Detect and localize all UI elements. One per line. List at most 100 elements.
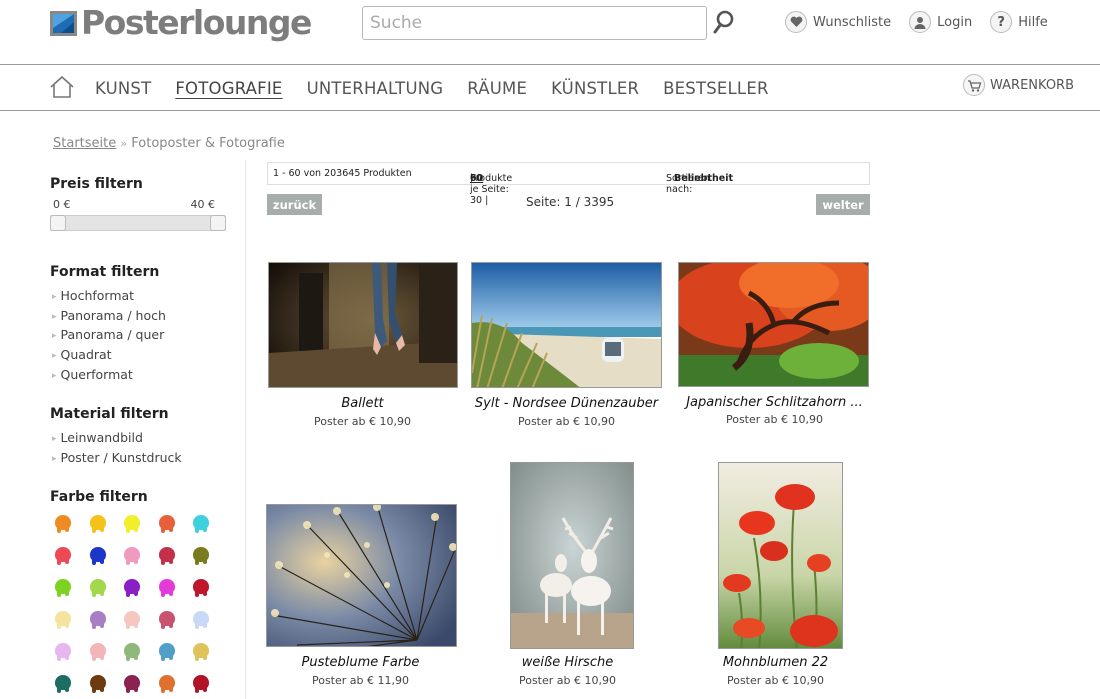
color-swatch[interactable] — [158, 675, 176, 694]
breadcrumb-home-link[interactable]: Startseite — [53, 136, 116, 151]
nav-item-raeume[interactable]: RÄUME — [467, 77, 527, 98]
price-slider-min-handle[interactable] — [50, 215, 66, 231]
product-image[interactable] — [471, 262, 662, 388]
material-option[interactable]: Leinwandbild — [52, 428, 182, 448]
price-max-label: 40 € — [190, 198, 216, 211]
color-swatch[interactable] — [89, 643, 107, 662]
color-swatch[interactable] — [192, 515, 210, 534]
product-image[interactable] — [266, 504, 457, 647]
nav-items: KUNST FOTOGRAFIE UNTERHALTUNG RÄUME KÜNS… — [95, 65, 793, 110]
color-swatch[interactable] — [192, 611, 210, 630]
nav-item-kuenstler[interactable]: KÜNSTLER — [551, 77, 639, 98]
home-icon[interactable] — [49, 75, 75, 99]
color-swatch[interactable] — [123, 515, 141, 534]
breadcrumb: Startseite » Fotoposter & Fotografie — [53, 136, 285, 151]
help-link[interactable]: ? Hilfe — [990, 11, 1048, 33]
next-page-button[interactable]: welter — [816, 194, 870, 215]
result-count: 1 - 60 von 203645 Produkten — [273, 168, 412, 179]
top-links: Wunschliste Login ? Hilfe — [785, 11, 1066, 33]
price-slider[interactable] — [50, 215, 226, 231]
color-swatch[interactable] — [158, 547, 176, 566]
format-option[interactable]: Quadrat — [52, 345, 166, 365]
page-indicator: Seite: 1 / 3395 — [526, 195, 615, 209]
logo[interactable]: Posterlounge — [49, 5, 312, 41]
color-swatch[interactable] — [123, 611, 141, 630]
product-card[interactable]: Sylt - Nordsee Dünenzauber Poster ab € 1… — [464, 255, 669, 435]
cart-link[interactable]: WARENKORB — [963, 74, 1074, 96]
color-swatch[interactable] — [123, 547, 141, 566]
color-swatch[interactable] — [54, 643, 72, 662]
color-swatch[interactable] — [54, 579, 72, 598]
heart-icon — [785, 11, 807, 33]
color-swatch[interactable] — [89, 547, 107, 566]
search-input[interactable] — [362, 6, 707, 40]
product-title[interactable]: Pusteblume Farbe — [258, 655, 463, 670]
format-option[interactable]: Querformat — [52, 365, 166, 385]
product-price: Poster ab € 10,90 — [518, 674, 616, 687]
nav-item-kunst[interactable]: KUNST — [95, 77, 151, 98]
product-image[interactable] — [268, 262, 458, 388]
product-image[interactable] — [510, 462, 634, 649]
color-swatch[interactable] — [192, 675, 210, 694]
product-title[interactable]: Sylt - Nordsee Dünenzauber — [464, 396, 669, 411]
format-option[interactable]: Hochformat — [52, 286, 166, 306]
color-swatch[interactable] — [158, 643, 176, 662]
price-filter-title: Preis filtern — [50, 176, 143, 192]
material-filter: Material filtern Leinwandbild Poster / K… — [50, 406, 182, 467]
color-swatch[interactable] — [89, 611, 107, 630]
nav-item-unterhaltung[interactable]: UNTERHALTUNG — [307, 77, 444, 98]
product-title[interactable]: Japanischer Schlitzahorn ... — [672, 395, 877, 410]
color-swatch[interactable] — [54, 675, 72, 694]
color-swatch[interactable] — [192, 579, 210, 598]
results-toolbar: 1 - 60 von 203645 Produkten Produkte je … — [267, 162, 870, 206]
wishlist-label: Wunschliste — [813, 14, 892, 30]
price-slider-max-handle[interactable] — [210, 215, 226, 231]
color-swatch[interactable] — [158, 515, 176, 534]
sort-value[interactable]: Beliebtheit — [674, 173, 733, 184]
product-card[interactable]: Pusteblume Farbe Poster ab € 11,90 — [258, 497, 463, 692]
wishlist-link[interactable]: Wunschliste — [785, 11, 891, 33]
format-option[interactable]: Panorama / hoch — [52, 306, 166, 326]
color-swatch[interactable] — [123, 675, 141, 694]
cart-label: WARENKORB — [990, 77, 1075, 93]
cart-icon — [963, 74, 985, 96]
product-card[interactable]: Japanischer Schlitzahorn ... Poster ab €… — [672, 255, 877, 435]
color-swatch[interactable] — [54, 611, 72, 630]
nav-item-fotografie[interactable]: FOTOGRAFIE — [175, 77, 282, 98]
color-swatch[interactable] — [158, 579, 176, 598]
color-swatch[interactable] — [89, 579, 107, 598]
material-option[interactable]: Poster / Kunstdruck — [52, 448, 182, 468]
color-swatch[interactable] — [123, 643, 141, 662]
nav-item-bestseller[interactable]: BESTSELLER — [663, 77, 768, 98]
color-swatch[interactable] — [54, 515, 72, 534]
user-icon — [909, 11, 932, 33]
color-swatch[interactable] — [54, 547, 72, 566]
prev-page-button[interactable]: zurück — [267, 194, 322, 215]
product-price: Poster ab € 10,90 — [517, 415, 615, 428]
product-card[interactable]: Ballett Poster ab € 10,90 — [260, 255, 465, 435]
color-swatch[interactable] — [158, 611, 176, 630]
color-swatch[interactable] — [192, 643, 210, 662]
color-swatch-grid — [54, 515, 227, 694]
format-option[interactable]: Panorama / quer — [52, 325, 166, 345]
color-swatch[interactable] — [89, 515, 107, 534]
product-title[interactable]: weiße Hirsche — [465, 655, 670, 670]
login-link[interactable]: Login — [909, 11, 972, 33]
product-title[interactable]: Mohnblumen 22 — [673, 655, 878, 670]
color-swatch[interactable] — [192, 547, 210, 566]
color-swatch[interactable] — [123, 579, 141, 598]
product-image[interactable] — [718, 462, 843, 649]
product-card[interactable]: weiße Hirsche Poster ab € 10,90 — [465, 455, 670, 692]
product-title[interactable]: Ballett — [260, 396, 465, 411]
price-range-labels: 0 € 40 € — [53, 198, 215, 211]
product-image[interactable] — [678, 262, 869, 387]
search-icon[interactable] — [712, 9, 736, 35]
product-card[interactable]: Mohnblumen 22 Poster ab € 10,90 — [673, 455, 878, 692]
logo-icon — [49, 8, 79, 38]
color-swatch[interactable] — [89, 675, 107, 694]
help-icon: ? — [990, 11, 1013, 33]
per-page-option-90[interactable]: 90 — [470, 173, 482, 184]
breadcrumb-separator: » — [120, 137, 128, 150]
breadcrumb-current: Fotoposter & Fotografie — [131, 136, 285, 151]
format-filter: Format filtern Hochformat Panorama / hoc… — [50, 264, 166, 384]
